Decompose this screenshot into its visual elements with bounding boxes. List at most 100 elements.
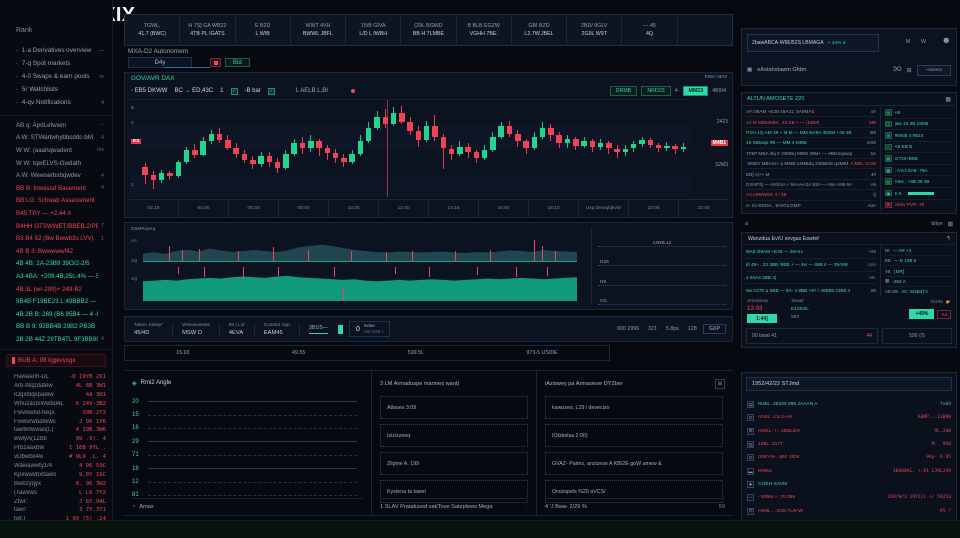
watchlist-row[interactable]: tawtwtwwas(L) 4 19B.3W6	[14, 426, 106, 435]
indicator-check-icon2[interactable]: ✓	[268, 88, 275, 95]
market-row[interactable]: 9B4B F19BE23 L:49BBB2 — PW89+	[16, 295, 104, 308]
market-row[interactable]: B3 B4 52 (Bw Bwwb3s LVV) 1	[16, 232, 104, 245]
mini-row[interactable]: ▤ A9w , +9B 39 4B	[885, 176, 952, 188]
form-field[interactable]: Atlases 3:09	[380, 396, 528, 419]
watchlist-row[interactable]: Kpxwwvbxbaws 9.0Y 16C	[14, 470, 106, 479]
grid-icon[interactable]: ▦	[747, 67, 752, 73]
active-subtab[interactable]: 3B1/5—	[309, 325, 328, 334]
balance-box-2[interactable]: 599 (/5	[882, 328, 952, 344]
ladder-row[interactable]: 71	[132, 449, 363, 462]
mode-w-icon[interactable]: W	[921, 39, 926, 45]
bar-interval-label[interactable]: -B bar	[245, 88, 261, 94]
buy-button[interactable]: 1:44]	[747, 314, 777, 323]
cancel-chip[interactable]: A4	[937, 310, 951, 319]
grid-icon-2[interactable]: ▦	[945, 96, 951, 103]
order-row[interactable]: D3/4P3] — A93/4A + 9AAAA3A 93A — A9A A99…	[746, 180, 876, 190]
mini-row[interactable]: ▤ A9	[885, 107, 952, 119]
ladder-row[interactable]: 20	[132, 395, 363, 408]
liquidation-alert[interactable]: BUB A; 98 kjgevvxgx ·	[6, 354, 106, 367]
watchlist-row[interactable]: wwlyA(1Zbb 99 .9). 4	[14, 435, 106, 444]
market-row[interactable]: B4HH GTSWWET/BBEB.2/PB 7	[16, 220, 104, 233]
watchlist-row[interactable]: iOqxbtqxpatew 4A 3H1	[14, 390, 106, 399]
watchlist-row[interactable]: Hawaanh-DL -D 19YB 261	[14, 373, 106, 382]
ladder-row[interactable]: 15	[132, 408, 363, 421]
connect-button[interactable]: ~sssmz	[917, 65, 951, 76]
market-row[interactable]: A W: STWartwhybbsddc-bM 4	[16, 132, 104, 145]
sell-marker-icon[interactable]	[210, 58, 221, 67]
ladder-row[interactable]: 16	[132, 422, 363, 435]
profile-icon[interactable]: ☻	[942, 35, 951, 45]
order-row[interactable]: A# i39AM +E39 49A41; 9A9MA5 4A	[746, 107, 876, 117]
indicators-button[interactable]: NRD23	[641, 86, 670, 96]
market-row[interactable]: A3 4BA: +209.4B,25L.4% — 52B9L.B64	[16, 270, 104, 283]
watchlist-row[interactable]: Wawawwty1/4 4 96 59C	[14, 462, 106, 471]
expand-icon[interactable]: ⊞	[715, 379, 725, 389]
market-row[interactable]: 4B 2B B: 269 (B6 95B4 — 4 -B4B ·	[16, 308, 104, 321]
trade-row[interactable]: ⊡ ISM'A% ..96F 2/D6 9Ap- 9.95	[747, 451, 951, 464]
position-row[interactable]: 9w A27E p 9BB — 9A- 4 9BB +9? / 49B95 23…	[746, 284, 876, 296]
pin-icon[interactable]: ¶	[947, 236, 950, 242]
sidebar-nav-item[interactable]: ◦ 5r Watchlists	[16, 83, 104, 96]
watchlist-row[interactable]: Arb-btqzdatew 4L 6B 3W1	[14, 382, 106, 391]
watchlist-row[interactable]: Prbzaaxbte 1 16B 9YL .	[14, 444, 106, 453]
watchlist-row[interactable]: Ztwr: J 8Y.94L	[14, 497, 106, 506]
trade-row[interactable]: ▥ 19Bi. .2177 M.. 950	[747, 438, 951, 451]
wallet-address-box[interactable]: 2bawABCA-W9El52S LBMAGA + 44% 4	[747, 34, 879, 52]
zoom-label[interactable]: 4·	[675, 88, 680, 94]
position-row[interactable]: i0 49+ , 23 3BB /9BB + — 4w — 49B 4 — 39…	[746, 259, 876, 272]
quick-value[interactable]: 973-5 US/DE	[526, 350, 557, 356]
trade-row[interactable]: ▬ 9#553 10A60AL. +.91 L39L2V9	[747, 465, 951, 478]
mini-row[interactable]: ⊞ #M5i8 4 #B19	[885, 130, 952, 142]
order-row[interactable]: 13-M MBM/MM , 43 EB + — (EBM) MB	[746, 117, 876, 127]
form-field[interactable]: Izizizzeeq	[380, 424, 528, 447]
order-row[interactable]: EB] Aj++ M 4#	[746, 169, 876, 179]
zero-orders-box[interactable]: 0 Iwise AW SSE I	[349, 321, 390, 337]
sidebar-nav-item[interactable]: ◦ 4-0 Swaps & earn pools m	[16, 70, 104, 83]
market-row[interactable]: AB q: ApdLefwwm ···	[16, 119, 104, 132]
order-row[interactable]: 7F5P MBA i9q # J3MBq MBM 39M+ — MBssqswq…	[746, 149, 876, 159]
ladder-row[interactable]: 12	[132, 475, 363, 488]
market-row[interactable]: W W: tqwELVS-Gwdath	[16, 157, 104, 170]
watchlist-row[interactable]: (Tawxws L L6 7Y2	[14, 488, 106, 497]
market-row[interactable]: W W: (aaahqwadent ms	[16, 144, 104, 157]
watchlist-row[interactable]: vObwbx4w # 9L9 .L. 4	[14, 453, 106, 462]
market-row[interactable]: A W: Wewserbsbqwdev 4	[16, 169, 104, 182]
quick-value[interactable]: 599.5L	[408, 350, 424, 356]
volume-plot[interactable]: EBMRqseq 4A2Q4Q	[129, 227, 579, 303]
panel-icon[interactable]: ⊞	[948, 220, 953, 228]
advisory-field[interactable]: IOtzkelsa 2:00)	[545, 424, 723, 447]
gxp-chip[interactable]: GXP	[703, 324, 726, 334]
balance-box[interactable]: 90 bwat 41 44	[746, 328, 878, 344]
position-row[interactable]: 4 93A4 4BB 4) A9-	[746, 272, 876, 285]
order-row[interactable]: A- im 9393A , 9A97a DMP A3A	[746, 201, 876, 210]
form-field[interactable]: Zilpine A. 199	[380, 452, 528, 475]
market-row[interactable]: 4B 3L (wr-299)+ 249-B2 ·	[16, 283, 104, 296]
toolbar-item[interactable]: ◦ EB5 DKWW	[131, 88, 167, 94]
toolbar-item[interactable]: BC → ED,43C	[174, 88, 213, 94]
mini-row[interactable]: ✖ clubv PVR -78	[885, 200, 952, 211]
watchlist-row[interactable]: tawr: 3 7Y.3Y1	[14, 506, 106, 515]
quick-value[interactable]: 49.55	[292, 350, 305, 356]
market-row[interactable]: B45 TPY — +2.44 A ·	[16, 207, 104, 220]
sidebar-nav-item[interactable]: ◦ 7-q Spot markets	[16, 57, 104, 70]
sidebar-nav-item[interactable]: ◦ 1-a Derivatives overview —	[16, 44, 104, 57]
trade-row[interactable]: ⊞ AMEL: +.: 3EBL8/9 9L.248	[747, 425, 951, 438]
watchlist-row[interactable]: WhuzastxWwbd4L 6 24V-3B2	[14, 399, 106, 408]
mini-row[interactable]: ▪ A5 EB B	[885, 142, 952, 154]
trade-row[interactable]: — - 9396L+ .70.395 269/W/3 19Y2/L +/ 592…	[747, 491, 951, 504]
mini-row[interactable]: ▣ E 6	[885, 188, 952, 200]
candlestick-plot[interactable]: 50E32	[129, 99, 690, 197]
sidebar-nav-item[interactable]: ◦ 4-qv Notifications 4	[16, 96, 104, 109]
mini-row[interactable]: ▩ , A%3 9A9- 79A	[885, 165, 952, 177]
trade-row[interactable]: ⊡ A9/9L.. .2/39.7L/9-W #5 ?	[747, 505, 951, 518]
market-row[interactable]: 4B B 3: Bwwwwwf42 ·	[16, 245, 104, 258]
toolbar-item[interactable]: 1	[220, 88, 223, 94]
bid-chip[interactable]: Bid	[225, 58, 250, 67]
order-row[interactable]: P3Ai 1Q AM-39 + i9 M — MM i9A9A 4EBM +39…	[746, 128, 876, 138]
trade-row[interactable]: ⊡ AN3L: 4:8.2-AH A&MP...13090	[747, 411, 951, 424]
ladder-row[interactable]: 29	[132, 435, 363, 448]
order-row[interactable]: 4K MBwqs #B — MM 4 MMB 4AM	[746, 138, 876, 148]
watchlist-row[interactable]: Fwwvrwbatwws J 96 1Y6	[14, 417, 106, 426]
indicator-check-icon[interactable]: ✓	[231, 88, 238, 95]
copy-icon[interactable]: ⊞	[907, 67, 912, 74]
